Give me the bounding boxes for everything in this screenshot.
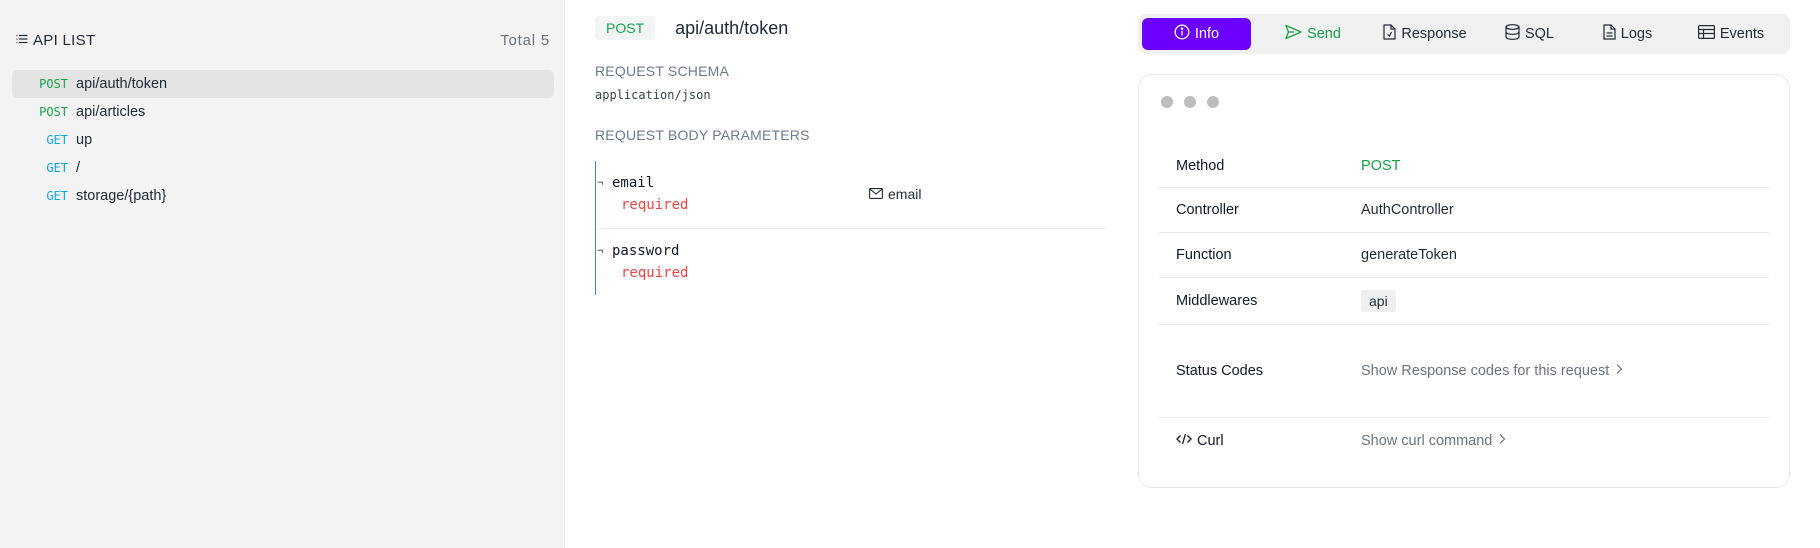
api-item-articles[interactable]: POST api/articles <box>12 98 554 126</box>
method-tag: POST <box>39 77 68 91</box>
tab-events[interactable]: Events <box>1676 18 1786 50</box>
table-icon <box>1697 25 1715 43</box>
api-item-auth-token[interactable]: POST api/auth/token <box>12 70 554 98</box>
method-tag: POST <box>39 105 68 119</box>
api-item-storage[interactable]: GET storage/{path} <box>12 182 554 210</box>
param-required: required <box>621 197 689 213</box>
tab-label: Logs <box>1620 26 1653 42</box>
tab-sql[interactable]: SQL <box>1480 18 1579 50</box>
window-dots <box>1161 96 1219 108</box>
code-icon <box>1176 433 1192 449</box>
endpoint-method-badge: POST <box>595 16 656 40</box>
method-tag: GET <box>46 189 68 203</box>
info-key-curl: Curl <box>1159 433 1361 449</box>
info-card: Method POST Controller AuthController Fu… <box>1138 74 1790 488</box>
window-dot <box>1161 96 1173 108</box>
api-path: api/auth/token <box>76 76 168 92</box>
param-type-label: email <box>888 186 922 202</box>
info-method-value: POST <box>1361 157 1401 174</box>
envelope-icon <box>869 186 883 202</box>
api-list: POST api/auth/token POST api/articles GE… <box>12 70 554 210</box>
info-function-value: generateToken <box>1361 247 1457 263</box>
tab-send[interactable]: Send <box>1256 18 1370 50</box>
tab-label: Send <box>1307 26 1341 42</box>
api-item-up[interactable]: GET up <box>12 126 554 154</box>
params-list: ¬ email required email ¬ password requir… <box>595 161 1105 295</box>
info-key: Method <box>1176 157 1225 174</box>
api-count: Total 5 <box>500 31 550 49</box>
request-schema-value: application/json <box>595 88 711 102</box>
show-response-codes-link[interactable]: Show Response codes for this request <box>1361 363 1623 379</box>
param-password: ¬ password required <box>596 228 1105 295</box>
chevron-right-icon <box>1498 433 1506 449</box>
method-tag: GET <box>46 161 68 175</box>
info-key: Middlewares <box>1176 293 1258 309</box>
info-controller-value: AuthController <box>1361 202 1454 218</box>
api-item-root[interactable]: GET / <box>12 154 554 182</box>
tab-logs[interactable]: Logs <box>1579 18 1676 50</box>
param-type: email <box>869 186 921 202</box>
info-table: Method POST Controller AuthController Fu… <box>1159 144 1769 464</box>
send-icon <box>1285 24 1302 44</box>
info-key: Function <box>1176 247 1232 263</box>
info-row-function: Function generateToken <box>1159 233 1769 278</box>
document-icon <box>1603 24 1616 44</box>
param-tick: ¬ <box>597 177 604 189</box>
tab-label: SQL <box>1524 26 1554 42</box>
endpoint-path: api/auth/token <box>675 17 789 38</box>
sidebar-title: API LIST <box>16 32 95 49</box>
api-list-sidebar: API LIST Total 5 POST api/auth/token POS… <box>0 0 565 548</box>
info-icon <box>1174 24 1190 44</box>
curl-label: Curl <box>1197 433 1224 449</box>
api-path: storage/{path} <box>76 188 167 204</box>
file-icon <box>1383 24 1396 44</box>
tab-info[interactable]: Info <box>1142 18 1251 50</box>
tab-label: Events <box>1719 26 1765 42</box>
info-key: Status Codes <box>1176 363 1264 379</box>
info-row-status-codes: Status Codes Show Response codes for thi… <box>1159 325 1769 418</box>
tab-response[interactable]: Response <box>1370 18 1480 50</box>
middleware-badge: api <box>1361 290 1396 312</box>
info-row-middlewares: Middlewares api <box>1159 278 1769 325</box>
request-body-params-label: REQUEST BODY PARAMETERS <box>595 127 810 143</box>
sidebar-header: API LIST Total 5 <box>16 28 550 52</box>
api-path: up <box>76 132 93 148</box>
panel-tabs: Info Send Response SQL Logs Events <box>1138 14 1790 54</box>
param-name: password <box>612 243 680 259</box>
list-icon <box>16 32 28 49</box>
info-row-controller: Controller AuthController <box>1159 188 1769 233</box>
tab-label: Info <box>1194 26 1220 42</box>
window-dot <box>1207 96 1219 108</box>
request-schema-label: REQUEST SCHEMA <box>595 63 730 79</box>
param-tick: ¬ <box>597 245 604 257</box>
info-middlewares-value: api <box>1361 290 1396 312</box>
database-icon <box>1505 24 1520 44</box>
info-row-curl: Curl Show curl command <box>1159 418 1769 464</box>
show-curl-command-link[interactable]: Show curl command <box>1361 433 1506 449</box>
link-label: Show Response codes for this request <box>1361 363 1610 379</box>
param-required: required <box>621 265 689 281</box>
tab-label: Response <box>1401 26 1467 42</box>
method-tag: GET <box>46 133 68 147</box>
request-docs: POST api/auth/token REQUEST SCHEMA appli… <box>595 16 1105 295</box>
api-path: / <box>76 160 81 176</box>
window-dot <box>1184 96 1196 108</box>
link-label: Show curl command <box>1361 433 1493 449</box>
info-row-method: Method POST <box>1159 144 1769 188</box>
chevron-right-icon <box>1615 363 1623 379</box>
param-email: ¬ email required email <box>596 161 1105 228</box>
endpoint-header: POST api/auth/token <box>595 16 1105 40</box>
info-key: Controller <box>1176 202 1239 218</box>
api-path: api/articles <box>76 104 146 120</box>
sidebar-title-text: API LIST <box>33 31 96 49</box>
param-name: email <box>612 175 655 191</box>
